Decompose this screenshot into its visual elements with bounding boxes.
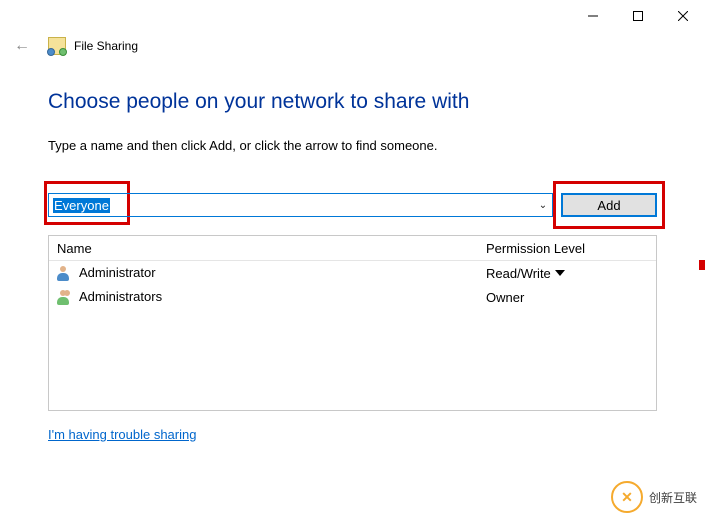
list-header: Name Permission Level	[49, 236, 656, 261]
permission-dropdown[interactable]: Read/Write	[486, 266, 565, 281]
file-sharing-icon	[48, 37, 66, 55]
caret-down-icon	[555, 270, 565, 276]
users-group-icon	[57, 289, 73, 305]
list-row[interactable]: Administrators Owner	[49, 285, 656, 309]
add-button[interactable]: Add	[561, 193, 657, 217]
annotation-sliver	[699, 260, 705, 270]
window-titlebar	[0, 0, 705, 32]
list-cell-name: Administrators	[49, 289, 486, 306]
user-icon	[57, 265, 73, 281]
column-name[interactable]: Name	[49, 241, 486, 256]
list-row[interactable]: Administrator Read/Write	[49, 261, 656, 285]
watermark-logo-icon: ✕	[611, 481, 643, 513]
column-permission[interactable]: Permission Level	[486, 241, 656, 256]
trouble-sharing-link[interactable]: I'm having trouble sharing	[48, 427, 196, 442]
window-title: File Sharing	[74, 39, 138, 53]
header: ← File Sharing	[0, 32, 705, 60]
back-arrow-icon[interactable]: ←	[10, 37, 34, 55]
page-heading: Choose people on your network to share w…	[48, 90, 657, 114]
watermark-text: 创新互联	[649, 489, 697, 506]
watermark: ✕ 创新互联	[611, 481, 697, 513]
list-cell-permission[interactable]: Read/Write	[486, 266, 656, 281]
list-cell-permission: Owner	[486, 290, 656, 305]
user-name-label: Administrators	[79, 289, 162, 304]
list-cell-name: Administrator	[49, 265, 486, 282]
share-name-value: Everyone	[53, 198, 110, 213]
share-name-combobox[interactable]: Everyone ⌄	[48, 193, 553, 217]
permission-label: Read/Write	[486, 266, 551, 281]
page-subtext: Type a name and then click Add, or click…	[48, 138, 657, 153]
maximize-button[interactable]	[615, 2, 660, 30]
chevron-down-icon[interactable]: ⌄	[534, 200, 552, 211]
close-button[interactable]	[660, 2, 705, 30]
user-name-label: Administrator	[79, 265, 156, 280]
share-list: Name Permission Level Administrator Read/…	[48, 235, 657, 411]
minimize-button[interactable]	[570, 2, 615, 30]
